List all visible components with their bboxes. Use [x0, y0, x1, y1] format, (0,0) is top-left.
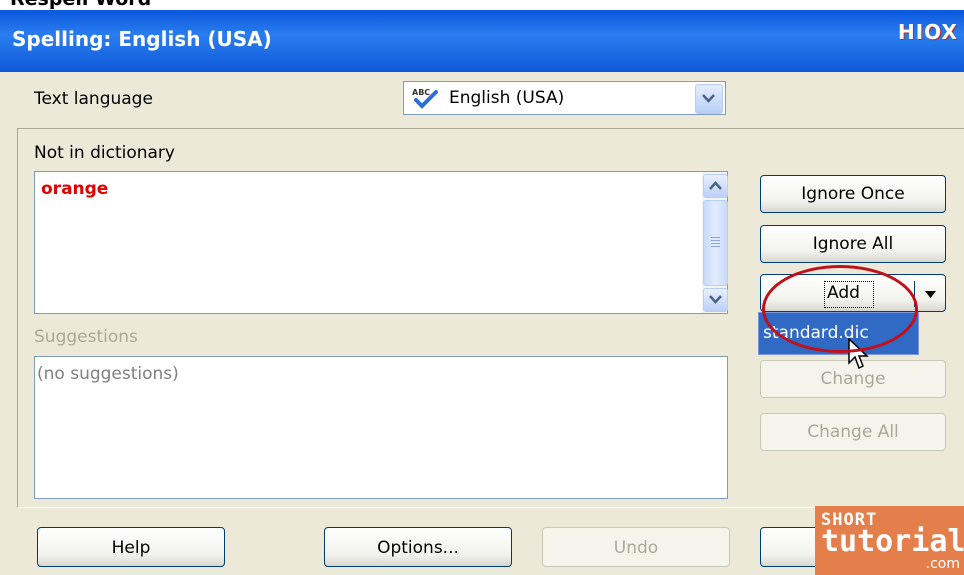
text-language-select[interactable]: ABC English (USA)	[403, 81, 726, 115]
not-in-dictionary-textbox[interactable]: orange	[34, 171, 728, 314]
chevron-down-icon	[702, 94, 715, 103]
svg-text:ABC: ABC	[412, 88, 430, 97]
misspelled-word[interactable]: orange	[41, 179, 108, 199]
help-button[interactable]: Help	[37, 527, 225, 567]
annotation-oval	[762, 265, 918, 353]
options-button[interactable]: Options...	[324, 527, 512, 567]
text-language-label-text: Text language	[34, 89, 153, 109]
change-all-button[interactable]: Change All	[760, 413, 946, 451]
corner-badge: HIOX	[898, 20, 958, 44]
scroll-down-button[interactable]	[703, 288, 728, 312]
spellcheck-icon: ABC	[412, 88, 438, 109]
ignore-all-button[interactable]: Ignore All	[760, 225, 946, 263]
chevron-down-icon	[709, 295, 722, 304]
suggestions-label: Suggestions	[34, 327, 138, 347]
ignore-once-button[interactable]: Ignore Once	[760, 175, 946, 213]
scroll-up-button[interactable]	[703, 174, 728, 198]
text-language-label: Text language	[34, 89, 153, 109]
text-language-dropdown-button[interactable]	[695, 84, 723, 114]
window-title: Spelling: English (USA)	[12, 27, 272, 51]
text-language-value: English (USA)	[449, 88, 565, 108]
chevron-up-icon	[709, 181, 722, 190]
not-in-dictionary-label: Not in dictionary	[34, 143, 175, 163]
watermark-line2: tutorials	[821, 524, 964, 559]
undo-button[interactable]: Undo	[542, 527, 730, 567]
suggestions-list[interactable]: (no suggestions)	[34, 356, 728, 499]
dropdown-arrow-icon[interactable]	[925, 291, 936, 298]
vertical-scrollbar[interactable]	[702, 172, 728, 313]
no-suggestions-text: (no suggestions)	[37, 364, 179, 384]
watermark-logo: SHORT tutorials .com	[815, 506, 964, 575]
scroll-thumb[interactable]	[703, 200, 728, 286]
top-strip-text: Respell Word	[10, 0, 151, 10]
top-strip: Respell Word	[0, 0, 964, 10]
watermark-line3: .com	[925, 556, 960, 572]
